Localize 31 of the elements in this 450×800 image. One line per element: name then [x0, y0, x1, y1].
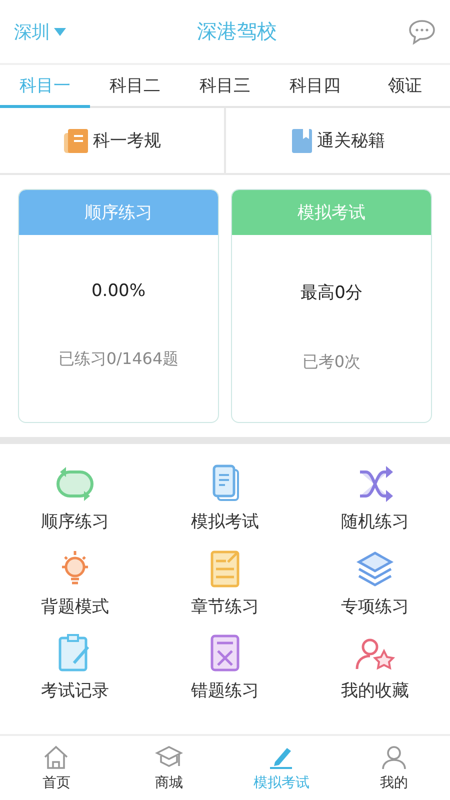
subject-tab[interactable]: 科目四 [270, 65, 360, 108]
quick-link[interactable]: 科一考规 [0, 108, 224, 173]
subject-tab[interactable]: 领证 [360, 65, 450, 108]
app-title: 深港驾校 [197, 18, 277, 45]
card-value: 0.00% [91, 281, 146, 301]
feature-item[interactable]: 背题模式 [0, 548, 150, 620]
feature-item[interactable]: 考试记录 [0, 633, 150, 704]
card-note: 已练习0/1464题 [58, 349, 179, 370]
graduation-cap-icon [154, 744, 183, 770]
nav-tab[interactable]: 商城 [112, 736, 225, 800]
nav-tab[interactable]: 首页 [0, 736, 112, 800]
person-icon [380, 744, 408, 770]
caret-icon [54, 28, 66, 36]
feature-item[interactable]: 随机练习 [300, 464, 450, 535]
feature-item[interactable]: 模拟考试 [150, 464, 300, 535]
card-value: 最高0分 [300, 282, 362, 304]
nav-tab[interactable]: 我的 [338, 736, 450, 800]
message-button[interactable] [408, 18, 436, 44]
book-icon [291, 126, 313, 154]
home-icon [42, 744, 70, 770]
feature-item[interactable]: 我的收藏 [300, 633, 450, 704]
feature-item[interactable]: 专项练习 [300, 548, 450, 620]
quick-link[interactable]: 通关秘籍 [224, 108, 450, 173]
notebook-icon [63, 126, 89, 154]
chat-bubble-icon [408, 18, 436, 44]
feature-item[interactable]: 错题练习 [150, 633, 300, 704]
subject-tab[interactable]: 科目二 [90, 65, 180, 108]
subject-tab[interactable]: 科目三 [180, 65, 270, 108]
card-note: 已考0次 [302, 352, 361, 373]
feature-item[interactable]: 章节练习 [150, 548, 300, 620]
feature-item[interactable]: 顺序练习 [0, 464, 150, 535]
